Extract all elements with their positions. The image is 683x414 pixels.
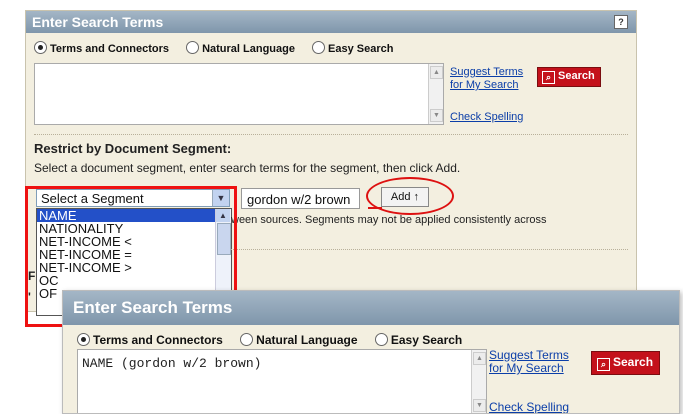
textarea-scrollbar[interactable]: ▲ ▼ <box>471 350 486 413</box>
magnifier-icon: ⌕ <box>542 71 555 84</box>
inset-title: Enter Search Terms <box>73 298 233 317</box>
radio-selected-icon[interactable] <box>77 333 90 346</box>
search-button[interactable]: ⌕ Search <box>537 67 601 87</box>
scroll-down-icon[interactable]: ▼ <box>473 399 486 412</box>
check-spelling-link[interactable]: Check Spelling <box>450 111 523 123</box>
divider <box>34 134 628 135</box>
radio-natural-language[interactable]: Natural Language <box>240 333 358 347</box>
inset-header: Enter Search Terms <box>63 291 679 325</box>
inset-search-textarea[interactable]: NAME (gordon w/2 brown) ▲ ▼ <box>77 349 487 413</box>
suggest-terms-link[interactable]: Suggest Terms for My Search <box>450 66 523 92</box>
radio-icon[interactable] <box>374 333 388 346</box>
radio-icon[interactable] <box>312 41 326 54</box>
zoomed-search-panel: Enter Search Terms Terms and Connectors … <box>62 290 680 414</box>
radio-terms-connectors[interactable]: Terms and Connectors <box>34 41 169 55</box>
radio-icon[interactable] <box>186 41 200 54</box>
radio-easy-search[interactable]: Easy Search <box>312 41 393 55</box>
radio-terms-connectors[interactable]: Terms and Connectors <box>77 333 223 347</box>
help-icon[interactable]: ? <box>614 15 628 29</box>
magnifier-icon: ⌕ <box>597 358 610 371</box>
scroll-up-icon[interactable]: ▲ <box>430 66 443 79</box>
query-text[interactable]: NAME (gordon w/2 brown) <box>78 350 486 377</box>
segment-term-input[interactable]: gordon w/2 brown <box>241 188 360 209</box>
panel-header: Enter Search Terms ? <box>26 11 636 33</box>
textarea-scrollbar[interactable]: ▲ ▼ <box>428 64 443 124</box>
panel-title: Enter Search Terms <box>32 14 164 30</box>
segment-note: ween sources. Segments may not be applie… <box>231 214 547 226</box>
radio-easy-search[interactable]: Easy Search <box>374 333 462 347</box>
radio-icon[interactable] <box>240 333 254 346</box>
scroll-up-icon[interactable]: ▲ <box>473 352 486 365</box>
search-button[interactable]: ⌕ Search <box>591 351 661 375</box>
divider <box>231 249 628 250</box>
radio-selected-icon[interactable] <box>34 41 47 54</box>
search-textarea[interactable]: ▲ ▼ <box>34 63 444 125</box>
scroll-down-icon[interactable]: ▼ <box>430 109 443 122</box>
inset-search-type-options: Terms and Connectors Natural Language Ea… <box>77 333 476 347</box>
radio-natural-language[interactable]: Natural Language <box>186 41 295 55</box>
search-type-options: Terms and Connectors Natural Language Ea… <box>34 41 407 55</box>
highlight-circle <box>366 177 454 215</box>
suggest-terms-link[interactable]: Suggest Terms for My Search <box>489 349 569 375</box>
restrict-title: Restrict by Document Segment: <box>34 141 232 156</box>
restrict-description: Select a document segment, enter search … <box>34 161 461 175</box>
